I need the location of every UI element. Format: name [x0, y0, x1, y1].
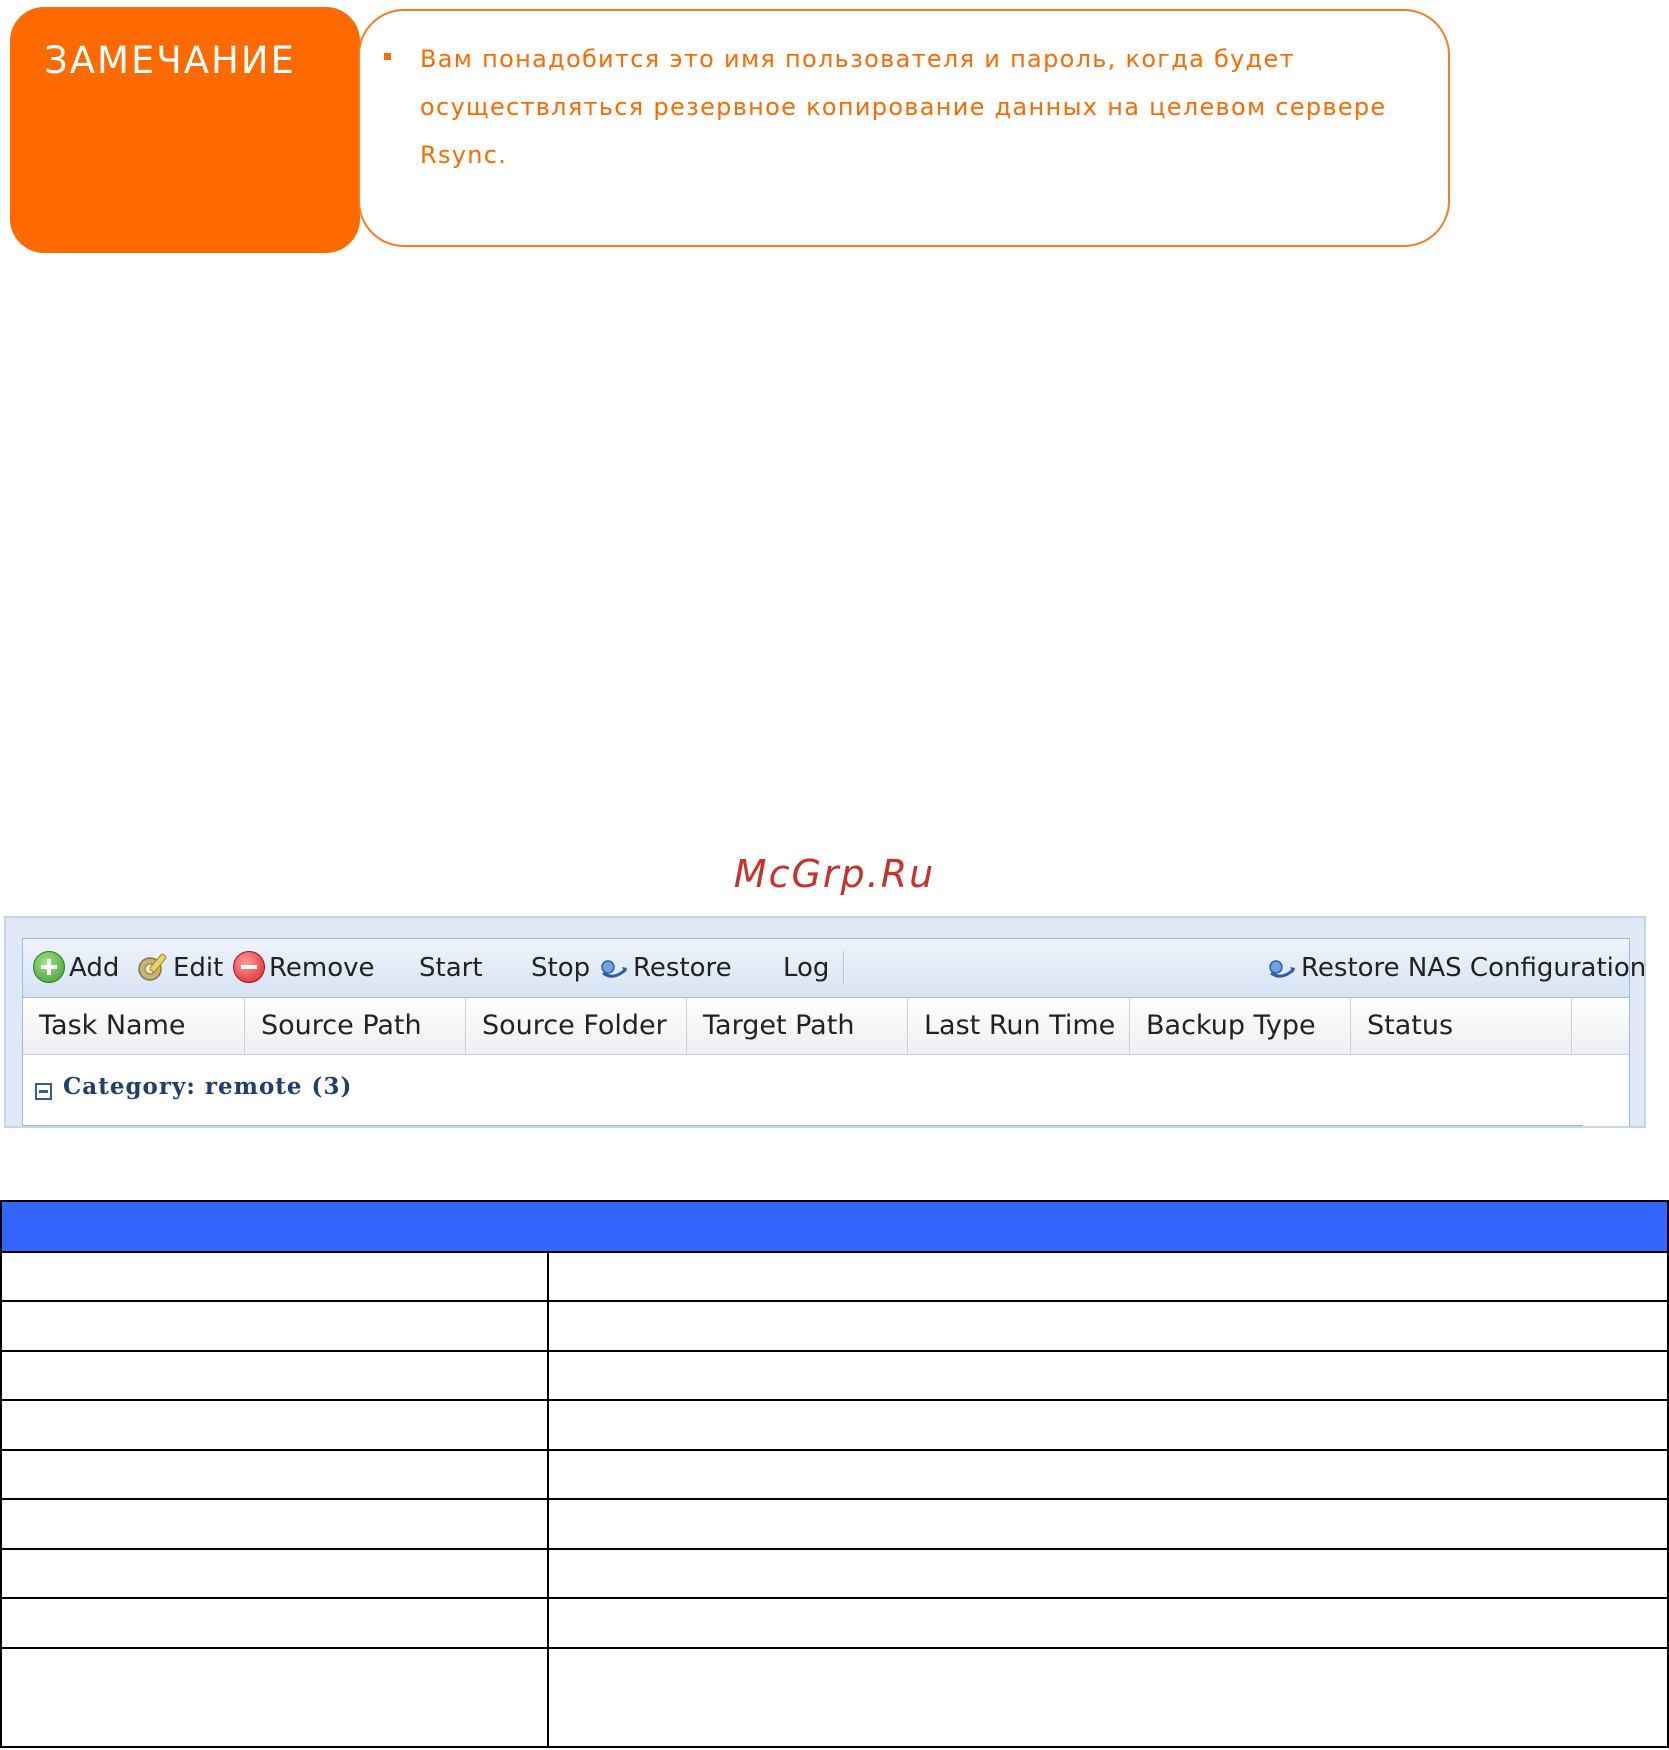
note-text: Вам понадобится это имя пользователя и п…: [420, 45, 1387, 169]
restore-button-label: Restore: [633, 953, 732, 983]
column-header-target-path[interactable]: Target Path: [687, 998, 908, 1054]
remove-icon: [233, 950, 265, 983]
column-header-backup-type[interactable]: Backup Type: [1130, 998, 1351, 1054]
add-button[interactable]: Add: [33, 939, 119, 997]
column-header-source-path[interactable]: Source Path: [245, 998, 466, 1054]
table-cell: [547, 1399, 1669, 1451]
restore-icon: [601, 959, 628, 978]
backup-grid: Add Edit Remove Start Stop Restore Log R…: [22, 938, 1644, 1126]
table-header-cell: [0, 1200, 1669, 1253]
table-cell: [547, 1646, 1669, 1749]
group-row-remote[interactable]: Category: remote (3): [23, 1055, 1583, 1126]
table-cell: [547, 1349, 1669, 1402]
column-header-task-name[interactable]: Task Name: [23, 998, 245, 1054]
restore-nas-configuration-button[interactable]: Restore NAS Configuration: [1267, 939, 1646, 997]
restore-nas-icon: [1269, 959, 1296, 978]
table-cell: [0, 1349, 549, 1402]
table-cell: [547, 1250, 1669, 1303]
start-button[interactable]: Start: [419, 939, 483, 997]
table-cell: [547, 1300, 1669, 1352]
edit-button-label: Edit: [173, 953, 224, 983]
table-cell: [0, 1448, 549, 1501]
table-cell: [0, 1250, 549, 1303]
edit-button[interactable]: Edit: [135, 939, 223, 997]
table-row: [0, 1448, 1669, 1501]
table-cell: [547, 1448, 1669, 1501]
stop-button[interactable]: Stop: [531, 939, 590, 997]
toolbar-separator: [843, 951, 845, 985]
group-label: Category: remote (3): [63, 1073, 353, 1100]
table-cell: [0, 1300, 549, 1352]
remove-button[interactable]: Remove: [233, 939, 375, 997]
remove-button-label: Remove: [269, 953, 375, 983]
table-cell: [547, 1597, 1669, 1649]
table-row: [0, 1597, 1669, 1649]
add-icon: [33, 950, 65, 983]
grid-header: Task Name Source Path Source Folder Targ…: [23, 998, 1629, 1055]
table-cell: [0, 1646, 549, 1749]
restore-nas-configuration-label: Restore NAS Configuration: [1301, 953, 1646, 983]
column-header-last-run-time[interactable]: Last Run Time: [908, 998, 1130, 1054]
edit-icon: [138, 953, 167, 981]
note-body: Вам понадобится это имя пользователя и п…: [358, 9, 1450, 247]
table-row: [0, 1300, 1669, 1352]
table-cell: [0, 1498, 549, 1550]
table-row: [0, 1399, 1669, 1451]
note-label: ЗАМЕЧАНИЕ: [44, 39, 296, 82]
toolbar: Add Edit Remove Start Stop Restore Log R…: [23, 939, 1644, 998]
table-row: [0, 1646, 1669, 1749]
collapse-icon[interactable]: [35, 1083, 52, 1100]
add-button-label: Add: [69, 953, 120, 983]
watermark: McGrp.Ru: [733, 852, 936, 896]
log-button[interactable]: Log: [783, 939, 829, 997]
start-button-label: Start: [419, 953, 483, 983]
table-cell: [0, 1399, 549, 1451]
table-cell: [547, 1498, 1669, 1550]
table-row: [0, 1498, 1669, 1550]
table-header-row: [0, 1200, 1669, 1253]
bullet-icon: [384, 53, 391, 60]
document-table: [0, 1200, 1669, 1749]
restore-button[interactable]: Restore: [599, 939, 732, 997]
stop-button-label: Stop: [531, 953, 591, 983]
table-cell: [0, 1597, 549, 1649]
table-row: [0, 1547, 1669, 1600]
table-cell: [547, 1547, 1669, 1600]
table-cell: [0, 1547, 549, 1600]
backup-panel-screenshot: Add Edit Remove Start Stop Restore Log R…: [4, 916, 1646, 1128]
column-header-status[interactable]: Status: [1351, 998, 1572, 1054]
table-row: [0, 1250, 1669, 1303]
table-row: [0, 1349, 1669, 1402]
note-tag: ЗАМЕЧАНИЕ: [10, 7, 360, 253]
note-box: ЗАМЕЧАНИЕ Вам понадобится это имя пользо…: [10, 7, 1456, 253]
log-button-label: Log: [783, 953, 830, 983]
column-header-source-folder[interactable]: Source Folder: [466, 998, 687, 1054]
